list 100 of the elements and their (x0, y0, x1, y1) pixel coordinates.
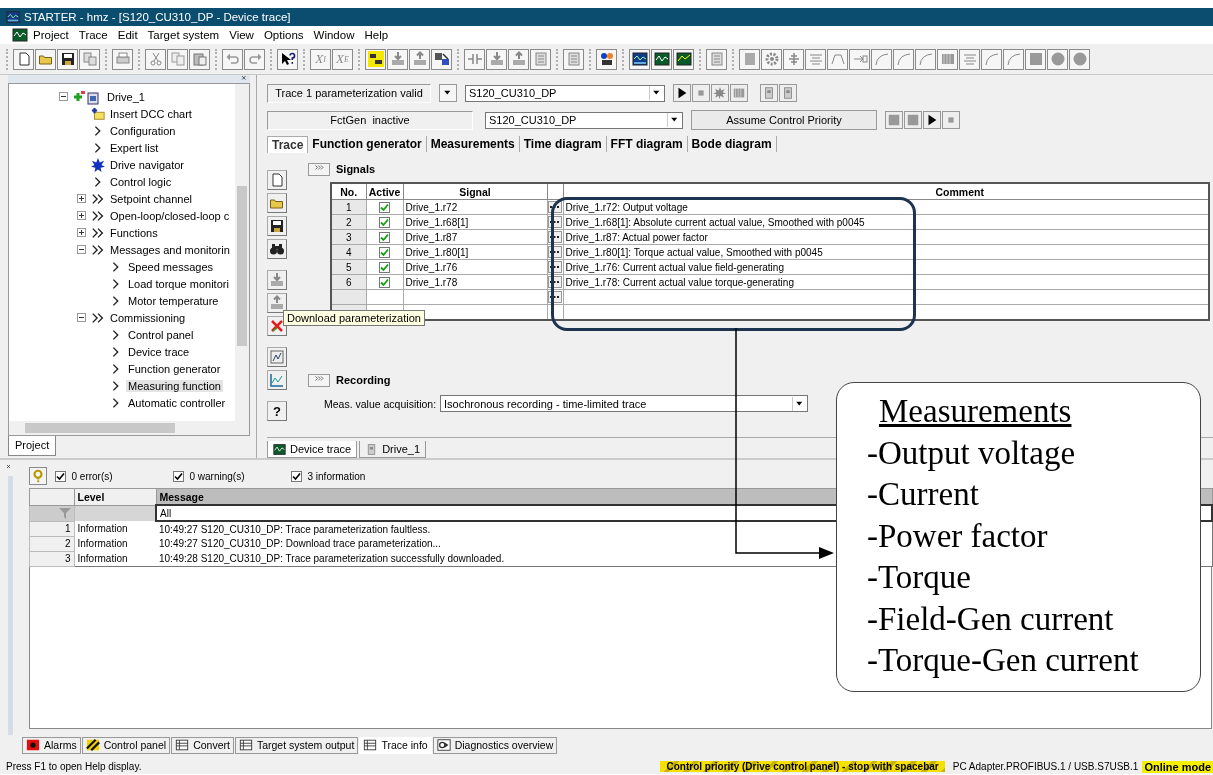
diagnostics-icon (436, 738, 451, 752)
circle-icon (1071, 51, 1088, 67)
menu-item[interactable]: Window (308, 29, 360, 41)
chart-insert-icon (91, 106, 105, 121)
checkbox[interactable] (54, 470, 66, 482)
help-button[interactable] (28, 467, 47, 485)
panel-tab[interactable]: Diagnostics overview (432, 736, 558, 754)
checkbox[interactable] (379, 216, 390, 228)
toolbar-button[interactable] (365, 48, 386, 70)
tree-item[interactable]: Commissioning (108, 311, 188, 324)
checkbox[interactable] (379, 201, 390, 213)
toolbar-button[interactable] (431, 48, 452, 70)
tree-item[interactable]: Drive navigator (108, 158, 186, 171)
menu-item[interactable]: Options (258, 29, 309, 41)
checkbox[interactable] (172, 470, 184, 482)
scrollbar[interactable] (235, 84, 249, 421)
ellipsis-icon (550, 205, 559, 209)
menu-item[interactable]: Trace (73, 29, 113, 41)
control-priority-button[interactable]: Assume Control Priority (691, 110, 877, 130)
toolbar-button[interactable] (596, 48, 617, 70)
panel-tab[interactable]: Target system output (234, 736, 359, 754)
menu-item[interactable]: Help (359, 29, 394, 41)
tab[interactable]: Bode diagram (687, 136, 777, 152)
expand-toggle[interactable] (76, 245, 86, 254)
checkbox[interactable] (379, 261, 390, 273)
tree-item[interactable]: Speed messages (126, 260, 215, 273)
window-title: STARTER - hmz - [S120_CU310_DP - Device trace] (24, 11, 291, 23)
tree-item[interactable]: Drive_1 (105, 90, 147, 103)
window-tab[interactable]: Drive_1 (359, 441, 427, 458)
toolbar-button[interactable] (267, 239, 287, 259)
column-header: Active (366, 183, 403, 200)
device-select[interactable]: S120_CU310_DP (485, 111, 683, 129)
tree-item[interactable]: Motor temperature (126, 294, 221, 307)
tree-item[interactable]: Configuration (108, 124, 178, 137)
checkbox[interactable] (379, 276, 390, 288)
panel-tab[interactable]: Trace info (359, 736, 432, 754)
tab[interactable]: Function generator (308, 136, 427, 152)
double-chevron-icon (91, 225, 105, 240)
panel-tab[interactable]: Project (8, 436, 57, 456)
tree-item[interactable]: Setpoint channel (108, 192, 194, 205)
toolbar-button[interactable] (673, 48, 694, 70)
selection-icon (367, 51, 384, 67)
menu-item[interactable]: Edit (112, 29, 143, 41)
download-icon (269, 272, 285, 288)
help-pointer-icon (279, 51, 296, 67)
tree-item[interactable]: Functions (108, 226, 160, 239)
tab[interactable]: Trace (267, 135, 309, 153)
tree-item[interactable]: Function generator (126, 362, 223, 375)
toolbar-button[interactable] (651, 48, 672, 70)
oscilloscope-icon (675, 51, 692, 67)
toolbar-button[interactable] (673, 84, 691, 102)
select-value: Isochronous recording - time-limited trace (444, 397, 647, 410)
toolbar-button[interactable] (267, 216, 287, 236)
expand-toggle[interactable] (76, 313, 86, 322)
table-icon (238, 738, 253, 752)
device-select[interactable]: S120_CU310_DP (465, 84, 665, 102)
window-tab[interactable]: Device trace (267, 441, 358, 458)
double-chevron-icon (91, 242, 105, 257)
tree-item[interactable]: Expert list (108, 141, 161, 154)
split-icon (466, 51, 483, 67)
expand-toggle[interactable] (76, 194, 86, 203)
tree-item[interactable]: Open-loop/closed-loop c (108, 209, 232, 222)
ellipsis-icon (550, 235, 559, 239)
tree-item[interactable]: Messages and monitorin (108, 243, 232, 256)
toolbar-button[interactable] (277, 48, 298, 70)
tree-item[interactable]: Measuring function (126, 379, 223, 392)
toolbar-button[interactable] (629, 48, 650, 70)
panel-tab[interactable]: Alarms (22, 736, 81, 754)
panel-tab[interactable]: Control panel (81, 736, 171, 754)
checkbox[interactable] (379, 231, 390, 243)
scrollbar[interactable] (9, 421, 249, 435)
tab[interactable]: FFT diagram (606, 136, 688, 152)
expand-button[interactable] (308, 373, 330, 387)
expand-toggle[interactable] (58, 92, 68, 101)
expand-toggle[interactable] (76, 211, 86, 220)
table-cell: 10:49:27 S120_CU310_DP: Trace parameterization faultless. (159, 523, 431, 535)
checkbox[interactable] (379, 246, 390, 258)
tree-item[interactable]: Control logic (108, 175, 174, 188)
checkbox[interactable] (290, 470, 302, 482)
expand-toggle[interactable] (76, 228, 86, 237)
tree-item[interactable]: Control panel (126, 328, 196, 341)
tab[interactable]: Measurements (426, 136, 520, 152)
help-button[interactable]: ? (267, 401, 287, 421)
expand-button[interactable] (308, 162, 330, 176)
tab[interactable]: Time diagram (519, 136, 607, 152)
toolbar-button[interactable] (57, 48, 78, 70)
tree-item[interactable]: Automatic controller (126, 396, 228, 409)
circle-icon (1049, 51, 1066, 67)
tree-item[interactable]: Load torque monitori (126, 277, 231, 290)
menu-item[interactable]: Project (28, 29, 74, 41)
double-chevron-icon (91, 310, 105, 325)
toolbar-button[interactable] (923, 111, 941, 129)
acquisition-select[interactable]: Isochronous recording - time-limited trace (440, 395, 809, 412)
dropdown-button[interactable] (439, 84, 457, 102)
panel-tab[interactable]: Convert (171, 736, 234, 754)
lines-icon (807, 51, 824, 67)
tree-item[interactable]: Insert DCC chart (108, 107, 194, 120)
tree-item[interactable]: Device trace (126, 345, 192, 358)
menu-item[interactable]: Target system (142, 29, 225, 41)
menu-item[interactable]: View (224, 29, 259, 41)
